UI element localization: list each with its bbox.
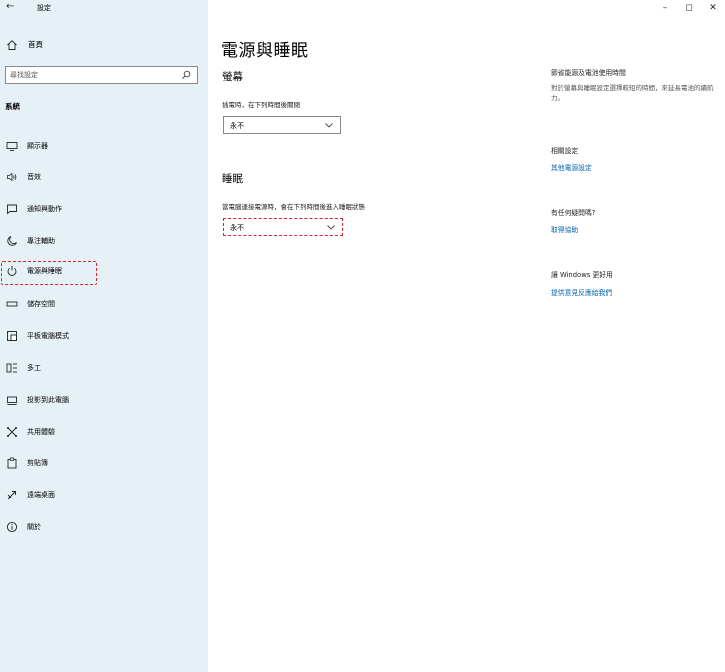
sidebar-item-label: 顯示器	[27, 142, 48, 150]
sidebar-item-label: 平板電腦模式	[27, 332, 69, 340]
sidebar-item-multitasking[interactable]: 多工	[0, 357, 208, 379]
dropdown-value: 永不	[230, 224, 244, 232]
dropdown-value: 永不	[230, 122, 244, 130]
clipboard-icon	[7, 457, 17, 469]
tablet-icon	[7, 331, 17, 341]
back-icon[interactable]: ←	[6, 1, 14, 13]
sidebar-item-label: 專注輔助	[27, 237, 55, 245]
sidebar-item-project[interactable]: 投影到此電腦	[0, 389, 208, 411]
sidebar-item-label: 通知與動作	[27, 205, 62, 213]
screen-timeout-label: 插電時，在下列時間後關閉	[222, 101, 300, 109]
sidebar-item-remote-desktop[interactable]: 遠端桌面	[0, 484, 208, 506]
chevron-down-icon	[327, 225, 335, 230]
additional-power-settings-link[interactable]: 其他電源設定	[551, 162, 592, 172]
moon-icon	[7, 236, 17, 246]
sidebar: ← 設定 首頁 系統 顯示器 音效 通知與動作	[0, 0, 208, 672]
sleep-heading: 睡眠	[222, 173, 243, 185]
sidebar-item-label: 共用體驗	[27, 428, 55, 436]
sleep-timeout-dropdown[interactable]: 永不	[223, 218, 343, 236]
feedback-heading: 讓 Windows 更好用	[551, 271, 613, 279]
storage-icon	[6, 301, 18, 307]
help-heading: 有任何疑問嗎?	[551, 209, 596, 217]
sidebar-item-home[interactable]: 首頁	[0, 36, 208, 54]
info-icon	[6, 521, 18, 533]
sidebar-item-clipboard[interactable]: 剪貼簿	[0, 452, 208, 474]
monitor-icon	[6, 142, 18, 151]
app-title: 設定	[37, 4, 51, 12]
sidebar-item-label: 遠端桌面	[27, 491, 55, 499]
sidebar-item-storage[interactable]: 儲存空間	[0, 293, 208, 315]
sidebar-item-shared-experiences[interactable]: 共用體驗	[0, 421, 208, 443]
sleep-timeout-label: 當電腦連接電源時，會在下列時間後進入睡眠狀態	[222, 203, 365, 211]
remote-desktop-icon	[7, 491, 16, 500]
section-label-system: 系統	[5, 102, 20, 111]
sidebar-item-label: 首頁	[28, 40, 43, 49]
battery-heading: 節省能源及電池使用時間	[551, 69, 626, 77]
search-input[interactable]	[10, 69, 170, 81]
sidebar-item-notifications[interactable]: 通知與動作	[0, 198, 208, 220]
related-settings-heading: 相關設定	[551, 147, 579, 155]
sidebar-item-about[interactable]: 關於	[0, 516, 208, 538]
sidebar-item-label: 剪貼簿	[27, 459, 48, 467]
minimize-button[interactable]: –	[653, 0, 677, 16]
sidebar-item-sound[interactable]: 音效	[0, 166, 208, 188]
main-content: – ◻ ✕ 電源與睡眠 螢幕 插電時，在下列時間後關閉 永不 睡眠 當電腦連接電…	[208, 0, 725, 672]
page-title: 電源與睡眠	[221, 41, 309, 61]
give-feedback-link[interactable]: 提供意見反應給我們	[551, 287, 612, 297]
shared-experience-icon	[7, 427, 17, 437]
sidebar-item-label: 多工	[27, 364, 41, 372]
battery-description: 對於螢幕與睡眠設定選擇較短的時間，來延長電池的續航力。	[551, 84, 714, 102]
search-box[interactable]	[5, 66, 198, 84]
home-icon	[7, 40, 17, 50]
sidebar-item-power-sleep[interactable]: 電源與睡眠	[0, 260, 208, 285]
sidebar-item-label: 儲存空間	[27, 300, 55, 308]
chevron-down-icon	[325, 123, 333, 128]
projector-icon	[7, 396, 17, 405]
screen-timeout-dropdown[interactable]: 永不	[223, 116, 341, 134]
sidebar-item-label: 音效	[27, 173, 41, 181]
get-help-link[interactable]: 取得協助	[551, 224, 578, 234]
sidebar-item-label: 電源與睡眠	[27, 267, 62, 275]
multitasking-icon	[6, 363, 17, 373]
notification-icon	[7, 204, 17, 215]
power-icon	[7, 266, 17, 276]
sidebar-item-label: 投影到此電腦	[27, 396, 69, 404]
sidebar-item-tablet-mode[interactable]: 平板電腦模式	[0, 325, 208, 347]
sidebar-item-label: 關於	[27, 523, 41, 531]
sidebar-item-display[interactable]: 顯示器	[0, 135, 208, 157]
maximize-button[interactable]: ◻	[677, 0, 701, 16]
sidebar-item-focus-assist[interactable]: 專注輔助	[0, 230, 208, 252]
close-button[interactable]: ✕	[701, 0, 725, 16]
window-controls: – ◻ ✕	[653, 0, 725, 16]
search-icon[interactable]	[181, 70, 191, 80]
screen-heading: 螢幕	[222, 71, 243, 83]
speaker-icon	[7, 172, 17, 182]
